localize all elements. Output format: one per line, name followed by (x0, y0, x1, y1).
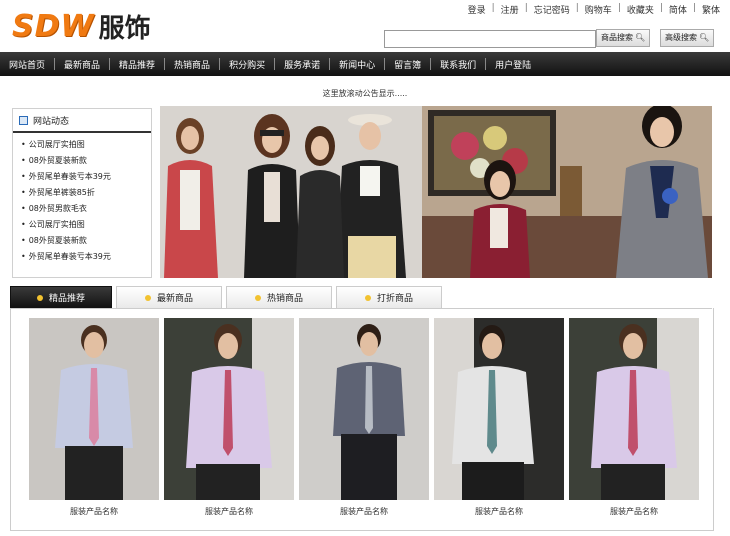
news-list: 公司展厅实拍图 08外贸夏装新款 外贸尾单春装亏本39元 外贸尾单裤装85折 0… (13, 137, 151, 265)
product-card[interactable]: 服装产品名称 (29, 318, 159, 517)
product-search-label: 商品搜索 (601, 33, 633, 42)
main-nav: 网站首页 最新商品 精品推荐 热销商品 积分购买 服务承诺 新闻中心 留言簿 联… (0, 52, 730, 76)
tab-label: 热销商品 (266, 294, 303, 304)
product-name[interactable]: 服装产品名称 (434, 506, 564, 517)
product-grid: 服装产品名称 服装产品名称 服装产品名称 服装产品名称 服装产品名称 (10, 308, 714, 531)
magnifier-icon: 🔍︎ (699, 33, 710, 42)
traditional-link[interactable]: 繁体 (702, 3, 720, 16)
product-image[interactable] (299, 318, 429, 500)
nav-guestbook[interactable]: 留言簿 (385, 58, 430, 71)
news-title: 网站动态 (33, 116, 70, 127)
bullet-icon (144, 294, 151, 301)
product-name[interactable]: 服装产品名称 (569, 506, 699, 517)
product-image[interactable] (29, 318, 159, 500)
nav-login[interactable]: 用户登陆 (486, 58, 540, 71)
news-header: 网站动态 (13, 109, 151, 133)
product-card[interactable]: 服装产品名称 (164, 318, 294, 517)
logo-chinese: 服饰 (98, 13, 151, 44)
nav-hot[interactable]: 热销商品 (165, 58, 219, 71)
news-item[interactable]: 08外贸男款毛衣 (21, 201, 151, 217)
bullet-icon (364, 294, 371, 301)
news-item[interactable]: 公司展厅实拍图 (21, 217, 151, 233)
news-panel: 网站动态 公司展厅实拍图 08外贸夏装新款 外贸尾单春装亏本39元 外贸尾单裤装… (12, 108, 152, 278)
register-link[interactable]: 注册 (501, 3, 519, 16)
product-image[interactable] (569, 318, 699, 500)
magnifier-icon: 🔍︎ (635, 33, 646, 42)
scrolling-notice: 这里放滚动公告显示..... (322, 89, 408, 98)
banner-photo (160, 106, 712, 278)
product-name[interactable]: 服装产品名称 (29, 506, 159, 517)
news-item[interactable]: 08外贸夏装新款 (21, 233, 151, 249)
forgot-password-link[interactable]: 忘记密码 (534, 3, 570, 16)
nav-home[interactable]: 网站首页 (0, 58, 54, 71)
tab-new[interactable]: 最新商品 (116, 286, 222, 308)
product-search-button[interactable]: 商品搜索 🔍︎ (596, 29, 651, 47)
tab-featured[interactable]: 精品推荐 (10, 286, 112, 308)
product-card[interactable]: 服装产品名称 (569, 318, 699, 517)
site-logo[interactable]: SDW 服饰 (12, 8, 151, 44)
product-name[interactable]: 服装产品名称 (299, 506, 429, 517)
news-item[interactable]: 外贸尾单春装亏本39元 (21, 249, 151, 265)
favorites-link[interactable]: 收藏夹 (627, 3, 654, 16)
logo-brand: SDW (12, 8, 95, 44)
cart-link[interactable]: 购物车 (585, 3, 612, 16)
tab-label: 最新商品 (156, 294, 193, 304)
tab-hot[interactable]: 热销商品 (226, 286, 332, 308)
nav-new[interactable]: 最新商品 (55, 58, 109, 71)
nav-contact[interactable]: 联系我们 (431, 58, 485, 71)
nav-featured[interactable]: 精品推荐 (110, 58, 164, 71)
advanced-search-button[interactable]: 高级搜索 🔍︎ (660, 29, 715, 47)
nav-points[interactable]: 积分购买 (220, 58, 274, 71)
news-icon (19, 115, 28, 125)
product-image[interactable] (164, 318, 294, 500)
search-input[interactable] (384, 30, 596, 48)
product-card[interactable]: 服装产品名称 (434, 318, 564, 517)
product-card[interactable]: 服装产品名称 (299, 318, 429, 517)
news-item[interactable]: 外贸尾单裤装85折 (21, 185, 151, 201)
bullet-icon (254, 294, 261, 301)
news-item[interactable]: 08外贸夏装新款 (21, 153, 151, 169)
tab-label: 打折商品 (376, 294, 413, 304)
top-links: 登录 | 注册 | 忘记密码 | 购物车 | 收藏夹 | 简体 | 繁体 (467, 3, 720, 16)
header: SDW 服饰 登录 | 注册 | 忘记密码 | 购物车 | 收藏夹 | 简体 | 繁体 商品… (0, 0, 730, 52)
bullet-icon (36, 294, 43, 301)
news-item[interactable]: 外贸尾单春装亏本39元 (21, 169, 151, 185)
login-link[interactable]: 登录 (468, 3, 486, 16)
product-name[interactable]: 服装产品名称 (164, 506, 294, 517)
nav-news[interactable]: 新闻中心 (330, 58, 384, 71)
product-tabs: 精品推荐 最新商品 热销商品 打折商品 (10, 286, 712, 309)
news-item[interactable]: 公司展厅实拍图 (21, 137, 151, 153)
product-image[interactable] (434, 318, 564, 500)
nav-service[interactable]: 服务承诺 (275, 58, 329, 71)
simplified-link[interactable]: 简体 (669, 3, 687, 16)
tab-discount[interactable]: 打折商品 (336, 286, 442, 308)
tab-label: 精品推荐 (48, 294, 85, 304)
advanced-search-label: 高级搜索 (665, 33, 697, 42)
fashion-banner[interactable] (160, 106, 712, 278)
